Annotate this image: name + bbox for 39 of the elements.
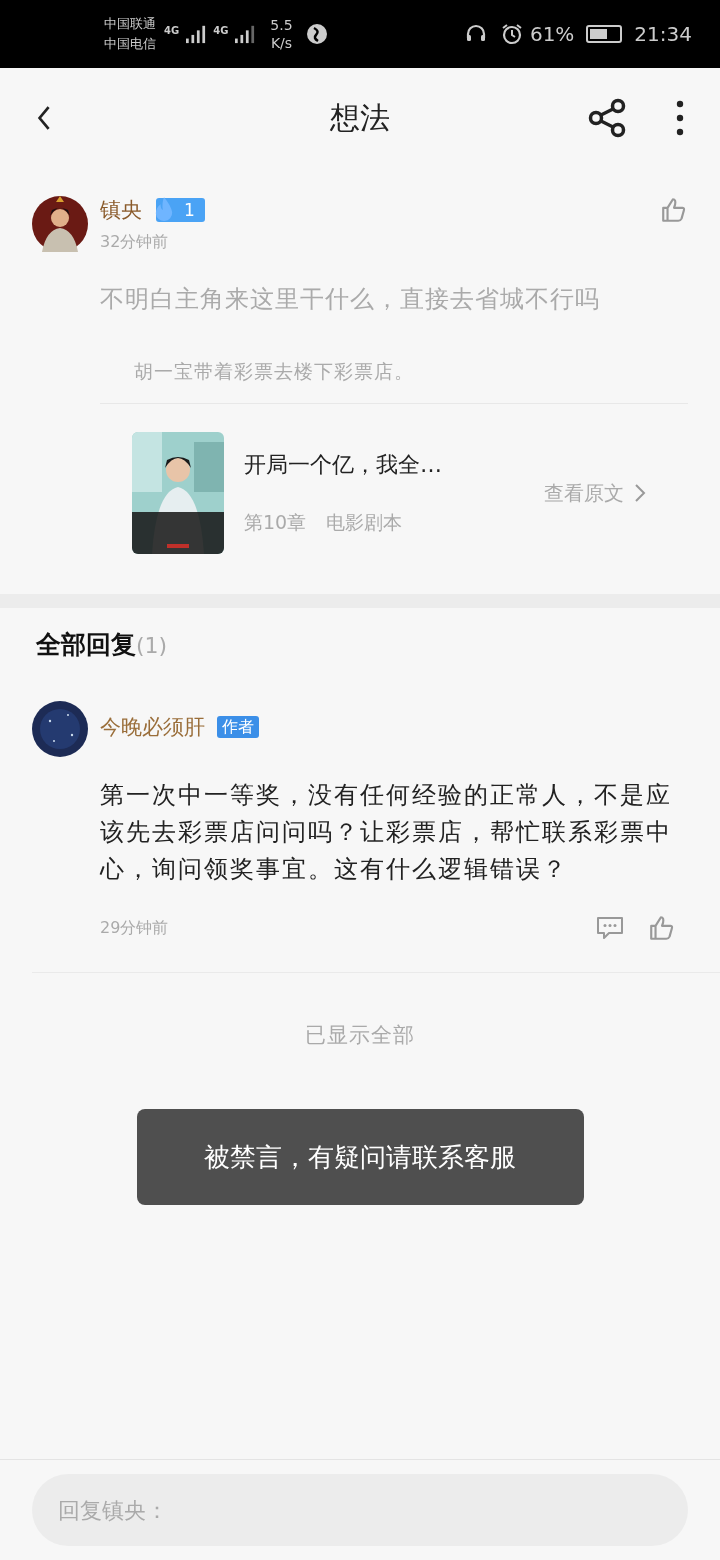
avatar[interactable] (32, 196, 88, 252)
book-card[interactable]: 开局一个亿，我全… 第10章 电影剧本 查看原文 (132, 432, 688, 554)
signal-icon (234, 24, 257, 44)
like-icon[interactable] (648, 914, 676, 942)
author-name[interactable]: 今晚必须肝 (100, 713, 205, 741)
speed-value: 5.5 (270, 16, 293, 34)
chapter-number: 第10章 (244, 510, 307, 535)
section-title: 全部回复 (36, 629, 136, 661)
signal-icon (185, 24, 208, 44)
post-text: 不明白主角来这里干什么，直接去省城不行吗 (100, 284, 601, 315)
post-time: 32分钟前 (100, 232, 170, 253)
reply-input[interactable]: 回复镇央： (32, 1474, 688, 1546)
carrier-name: 中国联通 (104, 15, 156, 33)
fan-level: 1 (184, 200, 195, 220)
avatar[interactable] (32, 701, 88, 757)
app-icon (304, 22, 329, 46)
speed-unit: K/s (270, 34, 293, 52)
end-note: 已显示全部 (304, 1022, 416, 1049)
network-type: 4G (213, 24, 229, 36)
author-badge: 作者 (217, 716, 259, 738)
carrier-name: 中国电信 (104, 35, 156, 53)
page-title: 想法 (329, 98, 391, 137)
reply-text: 第一次中一等奖，没有任何经验的正常人，不是应该先去彩票店问问吗？让彩票店，帮忙联系彩票中心，询问领奖事宜。这有什么逻辑错误？ (100, 780, 673, 885)
author-name[interactable]: 镇央 (100, 196, 142, 224)
comment-icon[interactable] (596, 914, 624, 942)
quote-text: 胡一宝带着彩票去楼下彩票店。 (100, 359, 688, 404)
toast: 被禁言，有疑问请联系客服 (136, 1109, 584, 1205)
reply-count: (1) (136, 633, 168, 658)
share-icon[interactable] (588, 98, 628, 138)
like-icon[interactable] (660, 196, 688, 224)
more-icon[interactable] (676, 100, 684, 136)
chapter-title: 电影剧本 (326, 510, 403, 535)
book-title: 开局一个亿，我全… (244, 451, 443, 479)
battery-percent: 61% (529, 22, 575, 46)
clock: 21:34 (634, 22, 692, 46)
network-type: 4G (164, 24, 180, 36)
reply-time: 29分钟前 (100, 917, 169, 939)
chevron-right-icon (634, 483, 646, 503)
battery-icon (586, 25, 623, 43)
